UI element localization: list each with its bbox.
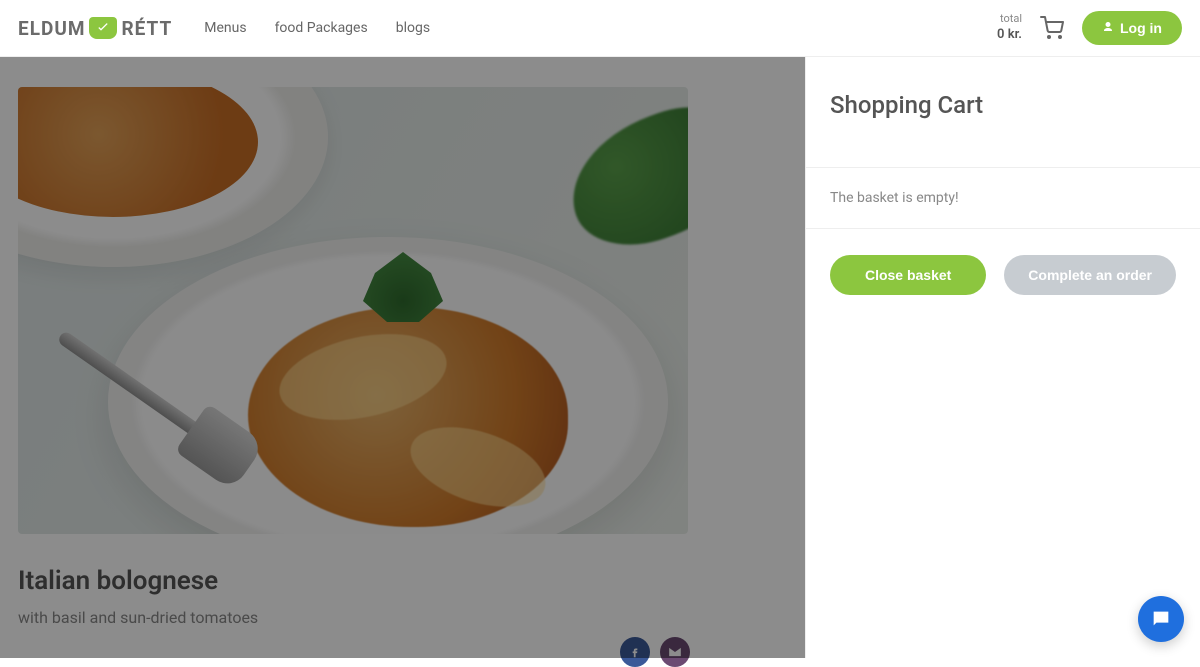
brand-text-left: ELDUM [18, 17, 85, 40]
close-basket-button[interactable]: Close basket [830, 255, 986, 295]
chat-launcher-icon[interactable] [1138, 596, 1184, 642]
site-header: ELDUM RÉTT Menus food Packages blogs tot… [0, 0, 1200, 57]
cart-icon[interactable] [1040, 16, 1064, 40]
cart-panel: Shopping Cart The basket is empty! Close… [805, 57, 1200, 658]
cart-empty-message: The basket is empty! [830, 190, 1176, 206]
main-nav: Menus food Packages blogs [204, 20, 430, 36]
nav-blogs[interactable]: blogs [396, 20, 430, 36]
cart-total-label: total [997, 12, 1022, 26]
cart-title: Shopping Cart [830, 91, 1176, 119]
divider [806, 228, 1200, 229]
brand-check-icon [89, 17, 117, 39]
cart-total-amount: 0 kr. [997, 27, 1022, 44]
nav-menus[interactable]: Menus [204, 20, 246, 36]
user-icon [1102, 20, 1114, 36]
complete-order-button: Complete an order [1004, 255, 1176, 295]
login-button[interactable]: Log in [1082, 11, 1182, 45]
brand-logo[interactable]: ELDUM RÉTT [18, 17, 172, 40]
cart-total: total 0 kr. [997, 12, 1022, 43]
divider [806, 167, 1200, 168]
nav-packages[interactable]: food Packages [275, 20, 368, 36]
brand-text-right: RÉTT [121, 17, 172, 40]
login-label: Log in [1120, 20, 1162, 36]
